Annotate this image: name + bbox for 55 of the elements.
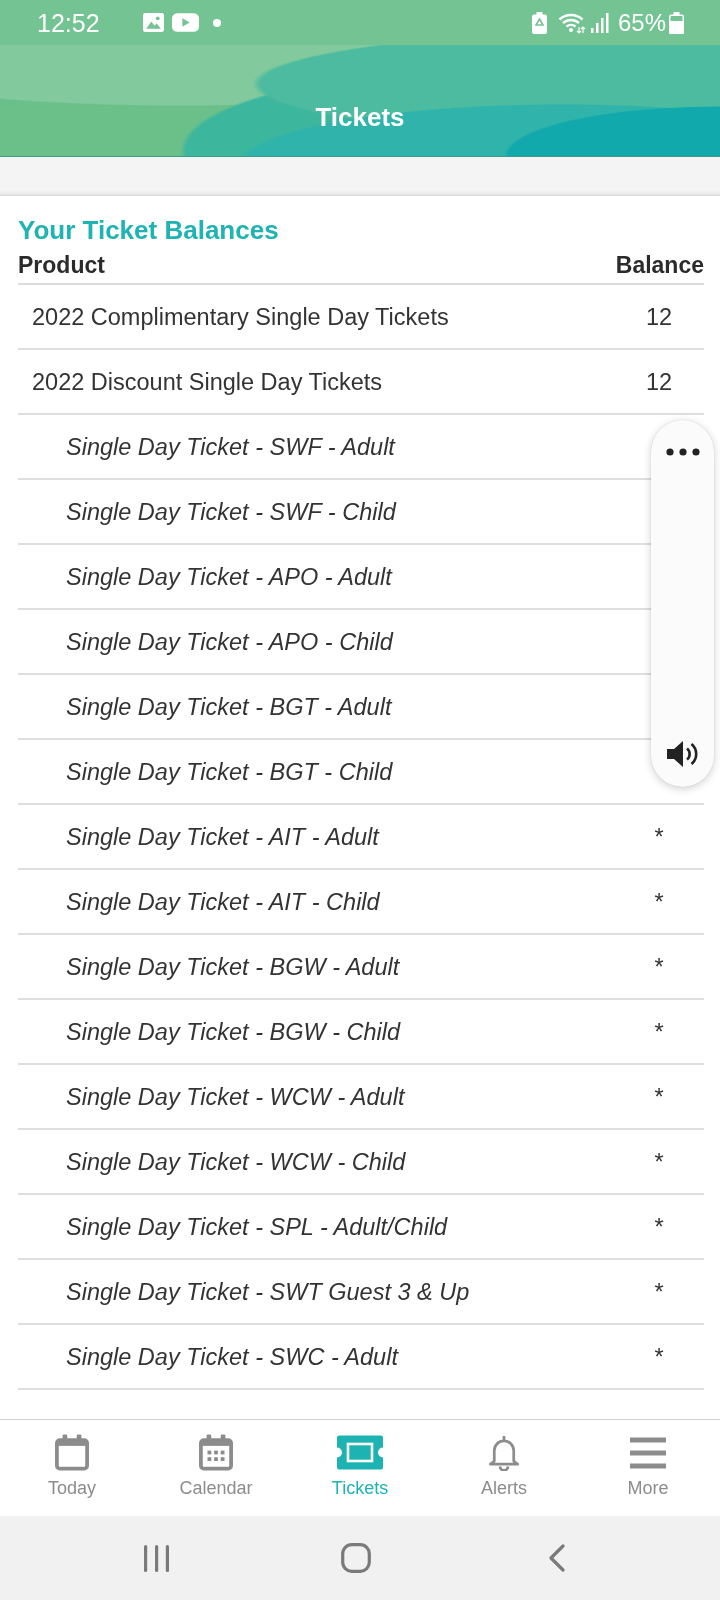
product-name: Single Day Ticket - BGW - Adult	[65, 952, 400, 981]
ticket-icon	[337, 1434, 383, 1471]
video-play-icon	[171, 13, 199, 32]
battery-recycle-icon	[531, 11, 547, 34]
home-icon[interactable]	[341, 1543, 371, 1573]
product-name: 2022 Complimentary Single Day Tickets	[31, 302, 449, 331]
more-icon[interactable]	[665, 448, 700, 456]
balance-value: *	[654, 1082, 664, 1111]
product-name: Single Day Ticket - AIT - Adult	[65, 822, 379, 851]
dot-icon	[212, 18, 221, 27]
nav-tab[interactable]: Tickets	[288, 1420, 432, 1516]
nav-tab[interactable]: Today	[0, 1420, 144, 1516]
product-name: Single Day Ticket - SWF - Child	[65, 497, 396, 526]
balance-value: 12	[645, 302, 673, 331]
balance-value: *	[654, 822, 664, 851]
product-name: Single Day Ticket - SWC - Adult	[65, 1342, 398, 1371]
nav-tab[interactable]: Calendar	[144, 1420, 288, 1516]
product-name: Single Day Ticket - WCW - Adult	[65, 1082, 405, 1111]
balance-value: 12	[645, 367, 673, 396]
nav-tab[interactable]: More	[576, 1420, 720, 1516]
balance-value: *	[654, 1342, 664, 1371]
back-icon[interactable]	[547, 1544, 565, 1572]
volume-icon[interactable]	[665, 739, 700, 769]
image-icon	[142, 13, 164, 32]
balance-value: *	[654, 1212, 664, 1241]
bell-icon	[487, 1434, 521, 1471]
signal-icon	[590, 12, 609, 33]
product-name: Single Day Ticket - WCW - Child	[65, 1147, 406, 1176]
wifi-icon	[557, 11, 586, 34]
battery-percent: 65%	[617, 8, 666, 37]
balance-value: *	[654, 1147, 664, 1176]
product-name: Single Day Ticket - BGT - Child	[65, 757, 393, 786]
product-name: Single Day Ticket - SWF - Adult	[65, 432, 395, 461]
balance-value: *	[654, 1017, 664, 1046]
balance-value: *	[654, 1277, 664, 1306]
nav-tab[interactable]: Alerts	[432, 1420, 576, 1516]
balance-value: *	[654, 887, 664, 916]
column-header: Balance	[615, 251, 704, 279]
status-time: 12:52	[37, 7, 100, 38]
balance-value: *	[654, 952, 664, 981]
column-header: Product	[18, 251, 105, 279]
recents-icon[interactable]	[143, 1544, 169, 1572]
product-name: Single Day Ticket - APO - Adult	[65, 562, 392, 591]
page-title: Tickets	[315, 102, 405, 132]
product-name: Single Day Ticket - SWT Guest 3 & Up	[65, 1277, 470, 1306]
product-name: Single Day Ticket - AIT - Child	[65, 887, 380, 916]
product-name: 2022 Discount Single Day Tickets	[31, 367, 383, 396]
product-name: Single Day Ticket - APO - Child	[65, 627, 393, 656]
calendar-icon	[55, 1434, 89, 1471]
product-name: Single Day Ticket - BGT - Adult	[65, 692, 392, 721]
battery-icon	[669, 11, 684, 34]
product-name: Single Day Ticket - SPL - Adult/Child	[65, 1212, 448, 1241]
product-name: Single Day Ticket - BGW - Child	[65, 1017, 401, 1046]
section-title: Your Ticket Balances	[18, 214, 280, 246]
calendar-grid-icon	[199, 1434, 233, 1471]
